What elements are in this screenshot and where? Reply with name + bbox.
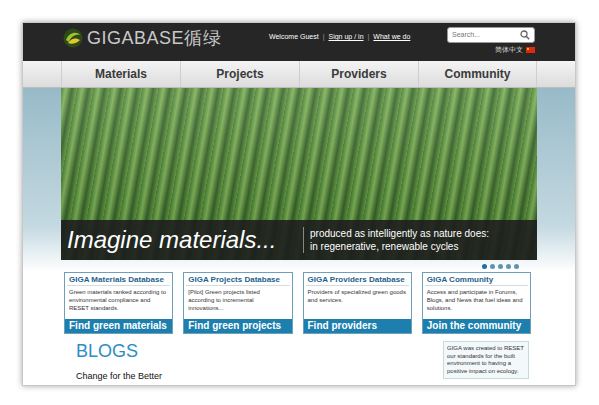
caption-line: produced as intelligently as nature does… bbox=[310, 227, 489, 240]
welcome-text: Welcome Guest bbox=[269, 32, 319, 41]
separator: | bbox=[323, 32, 325, 41]
card-description: Green materials ranked according to envi… bbox=[65, 286, 172, 319]
card-description: Access and participate in Forums, Blogs,… bbox=[423, 286, 530, 319]
slide-dot[interactable] bbox=[514, 264, 519, 269]
search-input[interactable] bbox=[452, 30, 520, 41]
search-icon bbox=[520, 30, 530, 40]
nav-tab[interactable]: Providers bbox=[299, 61, 418, 87]
bottom-section: BLOGS Change for the Better GIGA was creat… bbox=[23, 341, 575, 382]
header-link[interactable]: What we do bbox=[373, 32, 410, 41]
slide-dot[interactable] bbox=[490, 264, 495, 269]
card-title: GIGA Community bbox=[425, 273, 528, 286]
nav-tab[interactable]: Community bbox=[418, 61, 537, 87]
card-description: [Pilot] Green projects listed according … bbox=[184, 286, 291, 319]
hero-photo: Imagine materials... produced as intellig… bbox=[61, 88, 537, 260]
blogs-heading: BLOGS bbox=[76, 341, 162, 361]
header: GIGABASE循绿Welcome Guest|Sign up / in|Wha… bbox=[23, 23, 575, 61]
logo[interactable]: GIGABASE循绿 bbox=[63, 23, 269, 53]
card-button[interactable]: Find providers bbox=[304, 319, 411, 333]
page-frame: GIGABASE循绿Welcome Guest|Sign up / in|Wha… bbox=[22, 22, 576, 386]
database-card: GIGA Materials DatabaseGreen materials r… bbox=[64, 272, 173, 334]
card-description: Providers of specialized green goods and… bbox=[304, 286, 411, 319]
language-label: 简体中文 bbox=[495, 45, 523, 54]
hero-caption: produced as intelligently as nature does… bbox=[303, 227, 489, 253]
card-title: GIGA Materials Database bbox=[67, 273, 170, 286]
nav-tab[interactable]: Projects bbox=[180, 61, 299, 87]
slide-dot[interactable] bbox=[506, 264, 511, 269]
hero-caption-band: Imagine materials... produced as intellig… bbox=[61, 220, 537, 260]
nav: MaterialsProjectsProvidersCommunity bbox=[61, 61, 537, 87]
card-title: GIGA Providers Database bbox=[306, 273, 409, 286]
about-box: GIGA was created to RESET our standards … bbox=[443, 341, 529, 379]
card-button[interactable]: Find green projects bbox=[184, 319, 291, 333]
logo-text: GIGABASE循绿 bbox=[87, 28, 221, 48]
slide-dot[interactable] bbox=[498, 264, 503, 269]
card-title: GIGA Projects Database bbox=[186, 273, 289, 286]
slide-dots bbox=[61, 260, 537, 272]
header-right: 简体中文 bbox=[447, 27, 535, 54]
search-box bbox=[447, 27, 535, 43]
database-card: GIGA CommunityAccess and participate in … bbox=[422, 272, 531, 334]
card-button[interactable]: Join the community bbox=[423, 319, 530, 333]
hero-area: Imagine materials... produced as intellig… bbox=[23, 88, 575, 272]
flag-icon bbox=[526, 47, 535, 53]
separator: | bbox=[368, 32, 370, 41]
logo-icon bbox=[63, 28, 83, 48]
nav-tab[interactable]: Materials bbox=[61, 61, 180, 87]
user-links: Welcome Guest|Sign up / in|What we do bbox=[269, 32, 410, 41]
blogs: BLOGS Change for the Better bbox=[76, 341, 162, 382]
blog-link[interactable]: Change for the Better bbox=[76, 371, 162, 382]
header-link[interactable]: Sign up / in bbox=[329, 32, 364, 41]
card-row: GIGA Materials DatabaseGreen materials r… bbox=[23, 272, 575, 334]
database-card: GIGA Projects Database[Pilot] Green proj… bbox=[183, 272, 292, 334]
slide-dot[interactable] bbox=[482, 264, 487, 269]
nav-bar: MaterialsProjectsProvidersCommunity bbox=[23, 61, 575, 88]
caption-line: in regenerative, renewable cycles bbox=[310, 240, 489, 253]
database-card: GIGA Providers DatabaseProviders of spec… bbox=[303, 272, 412, 334]
card-button[interactable]: Find green materials bbox=[65, 319, 172, 333]
language-switch[interactable]: 简体中文 bbox=[495, 45, 535, 54]
hero-title: Imagine materials... bbox=[61, 226, 301, 254]
